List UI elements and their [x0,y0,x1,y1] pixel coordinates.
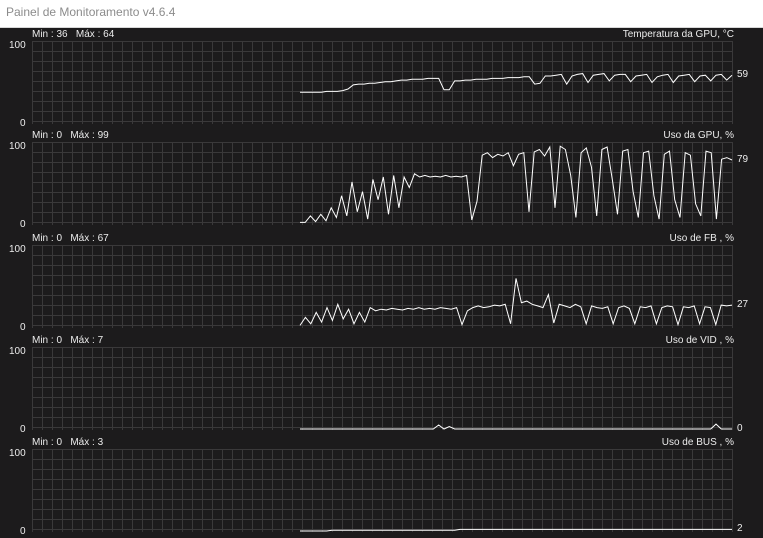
graph-panel-0: Min : 36 Máx : 64 Temperatura da GPU, °C… [0,28,763,130]
metric-name: Uso de BUS , % [661,437,734,448]
y-min-label: 0 [20,424,26,435]
current-value: 0 [737,423,743,434]
current-value: 79 [737,154,749,165]
min-max-label: Min : 36 Máx : 64 [32,29,115,40]
metric-name: Uso de VID , % [665,335,734,346]
graph-panel-1: Min : 0 Máx : 99 Uso da GPU, % 100 0 79 [0,129,763,231]
y-max-label: 100 [9,141,26,152]
graph-panel-2: Min : 0 Máx : 67 Uso de FB , % 100 0 27 [0,232,763,334]
min-max-label: Min : 0 Máx : 99 [32,130,109,141]
graph-plot [32,245,733,328]
graph-plot [32,142,733,225]
window-title: Painel de Monitoramento v4.6.4 [6,5,176,19]
graph-panel-4: Min : 0 Máx : 3 Uso de BUS , % 100 0 2 [0,436,763,538]
graph-plot [32,41,733,124]
y-min-label: 0 [20,219,26,230]
y-max-label: 100 [9,244,26,255]
min-max-label: Min : 0 Máx : 3 [32,437,104,448]
y-min-label: 0 [20,322,26,333]
graph-plot [32,347,733,430]
y-max-label: 100 [9,346,26,357]
y-max-label: 100 [9,448,26,459]
current-value: 59 [737,69,749,80]
y-min-label: 0 [20,118,26,129]
min-max-label: Min : 0 Máx : 7 [32,335,104,346]
current-value: 2 [737,523,743,534]
min-max-label: Min : 0 Máx : 67 [32,233,109,244]
metric-name: Uso de FB , % [669,233,734,244]
y-min-label: 0 [20,526,26,537]
current-value: 27 [737,299,749,310]
y-max-label: 100 [9,40,26,51]
graph-panel-3: Min : 0 Máx : 7 Uso de VID , % 100 0 0 [0,334,763,436]
graph-plot [32,449,733,532]
metric-name: Temperatura da GPU, °C [622,29,734,40]
metric-name: Uso da GPU, % [663,130,734,141]
monitoring-panel: Min : 36 Máx : 64 Temperatura da GPU, °C… [0,28,763,538]
window-titlebar[interactable]: Painel de Monitoramento v4.6.4 [0,0,763,28]
